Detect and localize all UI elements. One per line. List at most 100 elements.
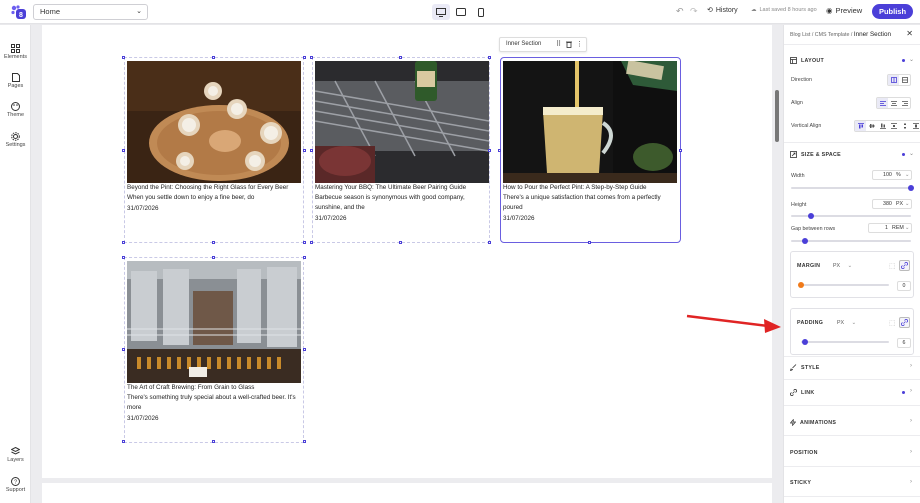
align-left-button[interactable]	[877, 98, 888, 108]
chevron-down-icon[interactable]: ⌄	[909, 150, 914, 157]
margin-input[interactable]: 0	[897, 281, 911, 291]
valign-stretch-button[interactable]	[910, 121, 920, 131]
resize-handle[interactable]	[303, 256, 306, 259]
direction-column-button[interactable]	[888, 75, 899, 85]
blog-card[interactable]: The Art of Craft Brewing: From Grain to …	[124, 257, 304, 443]
valign-middle-button[interactable]	[866, 121, 877, 131]
resize-handle[interactable]	[303, 241, 306, 244]
app-logo[interactable]: 8	[10, 4, 27, 20]
sidebar-item-pages[interactable]: Pages	[0, 73, 31, 89]
undo-icon[interactable]: ↶	[676, 6, 684, 17]
canvas-scrollbar[interactable]	[775, 90, 779, 142]
gap-unit[interactable]: REM	[892, 224, 904, 232]
unlink-icon[interactable]: ⬚	[889, 319, 896, 327]
blog-card[interactable]: Beyond the Pint: Choosing the Right Glas…	[124, 57, 304, 243]
valign-top-button[interactable]	[855, 121, 866, 131]
card-image[interactable]	[127, 61, 301, 183]
align-center-button[interactable]	[888, 98, 899, 108]
resize-handle[interactable]	[212, 241, 215, 244]
chevron-right-icon[interactable]: ›	[910, 363, 912, 369]
close-icon[interactable]: ✕	[906, 29, 913, 38]
valign-bottom-button[interactable]	[877, 121, 888, 131]
resize-handle[interactable]	[303, 440, 306, 443]
card-title[interactable]: Mastering Your BBQ: The Ultimate Beer Pa…	[315, 184, 466, 191]
resize-handle[interactable]	[122, 440, 125, 443]
blog-card[interactable]: Mastering Your BBQ: The Ultimate Beer Pa…	[312, 57, 492, 243]
publish-button[interactable]: Publish	[872, 4, 913, 19]
resize-handle[interactable]	[122, 149, 125, 152]
sidebar-item-support[interactable]: ? Support	[0, 477, 31, 493]
size-space-section-header[interactable]: SIZE & SPACE	[790, 151, 841, 158]
height-slider-knob[interactable]	[808, 213, 815, 219]
resize-handle[interactable]	[488, 241, 491, 244]
sidebar-item-settings[interactable]: Settings	[0, 132, 31, 148]
gap-slider-knob[interactable]	[802, 238, 809, 244]
chevron-right-icon[interactable]: ›	[910, 388, 912, 394]
card-image[interactable]	[127, 261, 301, 383]
chevron-right-icon[interactable]: ›	[910, 418, 912, 424]
align-right-button[interactable]	[899, 98, 910, 108]
trash-icon[interactable]	[566, 38, 572, 53]
resize-handle[interactable]	[303, 348, 306, 351]
resize-handle[interactable]	[488, 56, 491, 59]
layout-section-header[interactable]: LAYOUT	[790, 57, 824, 64]
valign-space-around-button[interactable]	[899, 121, 910, 131]
resize-handle[interactable]	[212, 56, 215, 59]
valign-space-between-button[interactable]	[888, 121, 899, 131]
width-slider-knob[interactable]	[908, 185, 914, 191]
more-options-icon[interactable]: ⋮	[576, 38, 583, 51]
link-values-button[interactable]	[899, 317, 910, 328]
chevron-down-icon[interactable]: ⌄	[909, 56, 914, 63]
link-values-button[interactable]	[899, 260, 910, 271]
resize-handle[interactable]	[498, 149, 501, 152]
page-selector[interactable]: Home ⌄	[33, 4, 148, 20]
margin-slider[interactable]	[801, 284, 889, 286]
desktop-view-button[interactable]	[432, 4, 450, 20]
card-title[interactable]: The Art of Craft Brewing: From Grain to …	[127, 384, 254, 391]
padding-input[interactable]: 6	[897, 338, 911, 348]
card-image[interactable]	[503, 61, 677, 183]
card-title[interactable]: How to Pour the Perfect Pint: A Step-by-…	[503, 184, 647, 191]
height-input[interactable]: 380 PX ⌄	[872, 199, 912, 209]
resize-handle[interactable]	[310, 149, 313, 152]
mobile-view-button[interactable]	[472, 4, 490, 20]
card-image[interactable]	[315, 61, 489, 183]
width-slider[interactable]	[791, 187, 911, 189]
resize-handle[interactable]	[310, 56, 313, 59]
breadcrumb-item[interactable]: CMS Template	[815, 32, 850, 38]
next-section[interactable]	[42, 483, 772, 503]
history-button[interactable]: ⟲ History	[707, 6, 738, 15]
style-section-header[interactable]: STYLE	[790, 364, 820, 371]
chevron-right-icon[interactable]: ›	[910, 479, 912, 485]
resize-handle[interactable]	[303, 56, 306, 59]
padding-slider-knob[interactable]	[802, 339, 809, 345]
resize-handle[interactable]	[122, 56, 125, 59]
resize-handle[interactable]	[488, 149, 491, 152]
resize-handle[interactable]	[588, 241, 591, 244]
resize-handle[interactable]	[122, 256, 125, 259]
resize-handle[interactable]	[303, 149, 306, 152]
preview-button[interactable]: ◉ Preview	[826, 6, 862, 15]
direction-row-button[interactable]	[899, 75, 910, 85]
position-section-header[interactable]: POSITION	[790, 450, 818, 456]
resize-handle[interactable]	[212, 256, 215, 259]
resize-handle[interactable]	[122, 241, 125, 244]
redo-icon[interactable]: ↷	[690, 6, 698, 17]
padding-unit-select[interactable]: PX ⌄	[837, 320, 856, 326]
width-unit[interactable]: %	[896, 171, 901, 179]
unlink-icon[interactable]: ⬚	[889, 262, 896, 270]
gap-input[interactable]: 1 REM ⌄	[868, 223, 912, 233]
gap-slider[interactable]	[791, 240, 911, 242]
tablet-view-button[interactable]	[452, 4, 470, 20]
margin-unit-select[interactable]: PX ⌄	[833, 263, 852, 269]
height-unit[interactable]: PX	[896, 200, 903, 208]
resize-handle[interactable]	[399, 56, 402, 59]
animations-section-header[interactable]: ANIMATIONS	[790, 419, 836, 426]
drag-handle-icon[interactable]: ⠿	[556, 38, 561, 51]
resize-handle[interactable]	[679, 149, 682, 152]
sidebar-item-layers[interactable]: Layers	[0, 447, 31, 463]
link-section-header[interactable]: LINK	[790, 389, 815, 396]
resize-handle[interactable]	[122, 348, 125, 351]
sidebar-item-elements[interactable]: Elements	[0, 44, 31, 60]
resize-handle[interactable]	[399, 241, 402, 244]
